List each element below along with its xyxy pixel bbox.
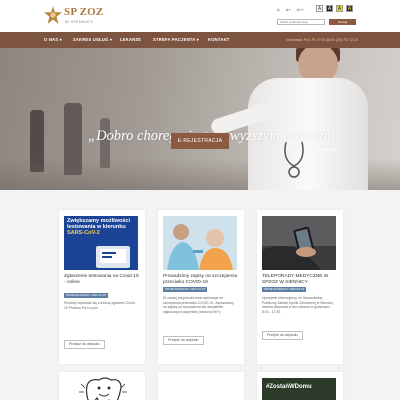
news-card-excerpt: Uprzejmie informujemy, że Samodzielny Pu… [262,296,334,314]
image-text-line: SARS-CoV-2 [67,230,100,237]
nav-item-lekarze[interactable]: LEKARZE [120,32,141,48]
stethoscope-icon [284,141,304,178]
contrast-black[interactable]: A [326,5,333,12]
contrast-yellow[interactable]: A [336,5,343,12]
chevron-down-icon: ▾ [196,37,200,42]
hero-banner: „Dobro chorego jest najwyższym prawem” H… [0,48,400,190]
news-card-excerpt: W naszej przychodni trwa rejestracja na … [163,296,234,314]
contact-info: Informacja: Pon.-Pt. 07:00-18:00 (25) 75… [285,38,358,42]
news-section: Zwiększamy możliwości testowania w kieru… [0,190,400,400]
site-header: SP ZOZ W SIENNICY A A+ A++ A A A A Wpisz… [0,0,400,32]
logo-subtext: W SIENNICY [65,19,94,24]
read-more-button[interactable]: Przejdź do artykułu [163,336,204,345]
nav-item-o-nas[interactable]: O NAS ▾ [44,32,62,48]
search-button[interactable]: Szukaj [329,19,356,25]
news-card-excerpt: Prosimy zapoznać się z treścią zgłoszeń … [64,301,136,310]
nav-item-zakres-uslug[interactable]: ZAKRES USŁUG ▾ [73,32,112,48]
news-card [59,372,145,400]
chevron-down-icon: ▾ [109,37,113,42]
news-card-title[interactable]: Prowadzimy zapisy na szczepienia przeciw… [163,274,239,286]
nav-item-strefa-pacjenta[interactable]: STREFA PACJENTA ▾ [153,32,199,48]
tooth-illustration [59,372,145,400]
chevron-down-icon: ▾ [59,37,62,42]
image-text: #ZostańWDomu [266,384,312,390]
read-more-button[interactable]: Przejdź do artykułu [64,340,105,349]
contrast-controls: A A A A [316,5,353,12]
news-card: Prowadzimy zapisy na szczepienia przeciw… [158,210,244,364]
news-card-image[interactable]: Zwiększamy możliwości testowania w kieru… [64,216,138,270]
nav-item-kontakt[interactable]: KONTAKT [208,32,230,48]
news-card-date: OPUBLIKOWANO: 2021-01-15 [64,293,109,298]
contrast-default[interactable]: A [316,5,323,12]
e-registration-button[interactable]: E-REJESTRACJA [171,133,229,149]
font-size-normal[interactable]: A [277,7,280,12]
news-card-image[interactable] [262,216,336,270]
site-logo[interactable]: SP ZOZ W SIENNICY [44,4,103,28]
logo-text: SP ZOZ [64,6,104,18]
news-card-title[interactable]: TELEPORADY MEDYCZNE W SPZOZ W SIENNICY [262,274,338,286]
main-nav: O NAS ▾ ZAKRES USŁUG ▾ LEKARZE STREFA PA… [0,32,400,48]
hero-quote-author: HIPOKRATES [313,148,339,152]
news-card-image[interactable] [163,216,237,270]
news-card-date: OPUBLIKOWANO: 2020-03-13 [262,287,307,292]
news-card-date: OPUBLIKOWANO: 2021-01-15 [163,287,208,292]
read-more-button[interactable]: Przejdź do artykułu [262,331,303,340]
search-input[interactable]: Wpisz szukaną frazę [277,19,325,25]
font-size-controls: A A+ A++ [277,7,304,12]
font-size-xlarge[interactable]: A++ [297,7,304,12]
news-card-image[interactable]: #ZostańWDomu [262,378,336,400]
news-card: #ZostańWDomu [257,372,343,400]
news-card [158,372,244,400]
logo-star-icon [44,6,62,24]
teleconsultation-photo [262,216,336,270]
news-card: Zwiększamy możliwości testowania w kieru… [59,210,145,364]
font-size-large[interactable]: A+ [286,7,291,12]
vaccination-photo [163,216,237,270]
news-card-title[interactable]: Zgłoszenie testowania na Covid-19 - onli… [64,274,140,286]
contrast-dark-yellow[interactable]: A [346,5,353,12]
news-card: TELEPORADY MEDYCZNE W SPZOZ W SIENNICY O… [257,210,343,364]
